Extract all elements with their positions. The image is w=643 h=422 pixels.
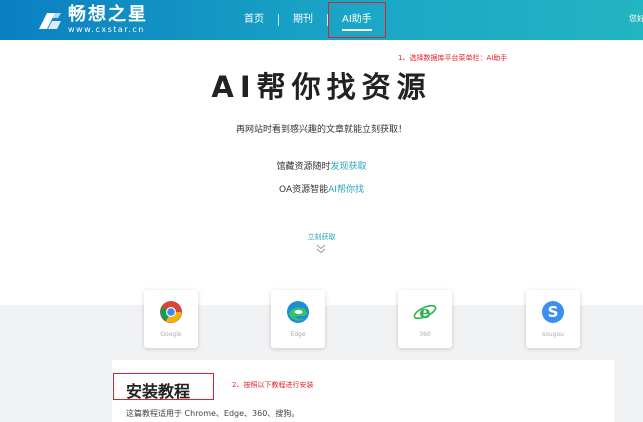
ie-360-icon: e (413, 302, 437, 323)
logo-icon (39, 13, 61, 29)
feature-oa-text: OA资源智能 (279, 185, 329, 195)
browser-card-chrome[interactable]: Google (144, 290, 198, 348)
get-now-link[interactable]: 立刻获取 (0, 232, 643, 242)
browser-label: 360 (419, 331, 431, 338)
nav-journals[interactable]: 期刊 (285, 0, 321, 40)
site-logo[interactable]: 畅想之星 www.cxstar.cn (36, 6, 148, 34)
hero-title: AI帮你找资源 (211, 70, 432, 104)
browser-list: Google Edge e 360 S sougou (0, 290, 643, 350)
annotation-step1: 1、选择数据库平台菜单栏：AI助手 (398, 54, 508, 62)
install-description: 这篇教程适用于 Chrome、Edge、360、搜狗。 (126, 409, 300, 418)
feature-oa: OA资源智能AI帮你找 (0, 182, 643, 195)
nav-divider (278, 14, 279, 26)
top-navigation-bar: 畅想之星 www.cxstar.cn 首页 期刊 AI助手 您好 (0, 0, 643, 40)
logo-domain: www.cxstar.cn (68, 25, 145, 34)
annotation-highlight-box-nav (328, 2, 386, 38)
browser-card-360[interactable]: e 360 (398, 290, 452, 348)
feature-collection-text: 馆藏资源随时 (276, 162, 331, 172)
hero-subtitle: 再网站时看到感兴趣的文章就能立刻获取！ (235, 125, 407, 135)
edge-icon (287, 301, 309, 323)
user-greeting[interactable]: 您好 (629, 13, 643, 24)
annotation-highlight-box-install (113, 373, 214, 400)
svg-text:e: e (419, 302, 430, 323)
browser-label: Google (160, 331, 182, 338)
svg-text:S: S (548, 303, 559, 321)
feature-collection: 馆藏资源随时发现获取 (0, 159, 643, 172)
double-chevron-down-icon[interactable] (312, 243, 330, 255)
chrome-icon (160, 301, 182, 323)
sogou-icon: S (542, 301, 564, 323)
browser-card-edge[interactable]: Edge (271, 290, 325, 348)
browser-label: sougou (542, 331, 564, 338)
browser-label: Edge (290, 331, 306, 338)
annotation-step2: 2、按照以下教程进行安装 (232, 381, 314, 389)
logo-text: 畅想之星 www.cxstar.cn (68, 6, 148, 34)
feature-collection-link[interactable]: 发现获取 (331, 162, 367, 172)
feature-oa-link[interactable]: AI帮你找 (328, 185, 364, 195)
browser-card-sougou[interactable]: S sougou (526, 290, 580, 348)
nav-home[interactable]: 首页 (236, 0, 272, 40)
logo-name: 畅想之星 (68, 4, 148, 25)
